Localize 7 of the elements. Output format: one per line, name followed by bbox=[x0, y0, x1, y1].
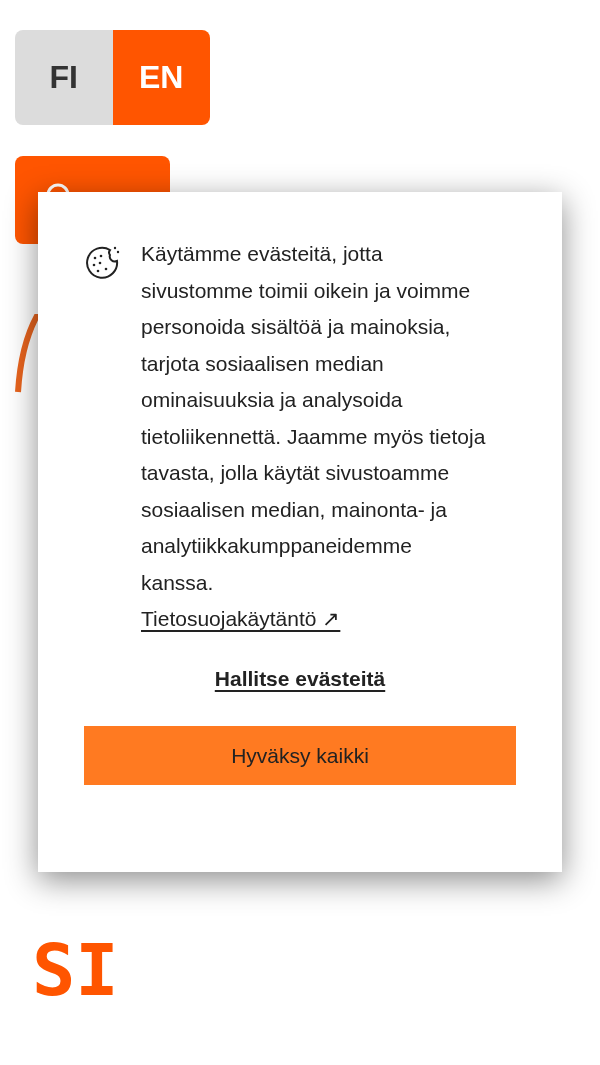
headline: SI bbox=[32, 934, 120, 1006]
accept-all-button[interactable]: Hyväksy kaikki bbox=[84, 726, 516, 785]
cookie-message: Käytämme evästeitä, jotta sivustomme toimii oikein ja voimme personoida sisältöä ja mainoksia, tarjota sosiaalisen median ominaisuuksia ja analysoida tietoliikennettä. Jaamme myös tietoja tavasta, jolla käytät sivustoamme sosiaalisen median, mainonta- ja analytiikkakumppaneidemme kanssa. bbox=[141, 241, 486, 596]
manage-cookies-link[interactable]: Hallitse evästeitä bbox=[214, 661, 386, 697]
language-tab[interactable]: FI bbox=[15, 30, 113, 125]
cookie-icon bbox=[84, 244, 120, 280]
privacy-policy-link[interactable]: Tietosuojakäytäntö ↗ bbox=[141, 601, 341, 637]
